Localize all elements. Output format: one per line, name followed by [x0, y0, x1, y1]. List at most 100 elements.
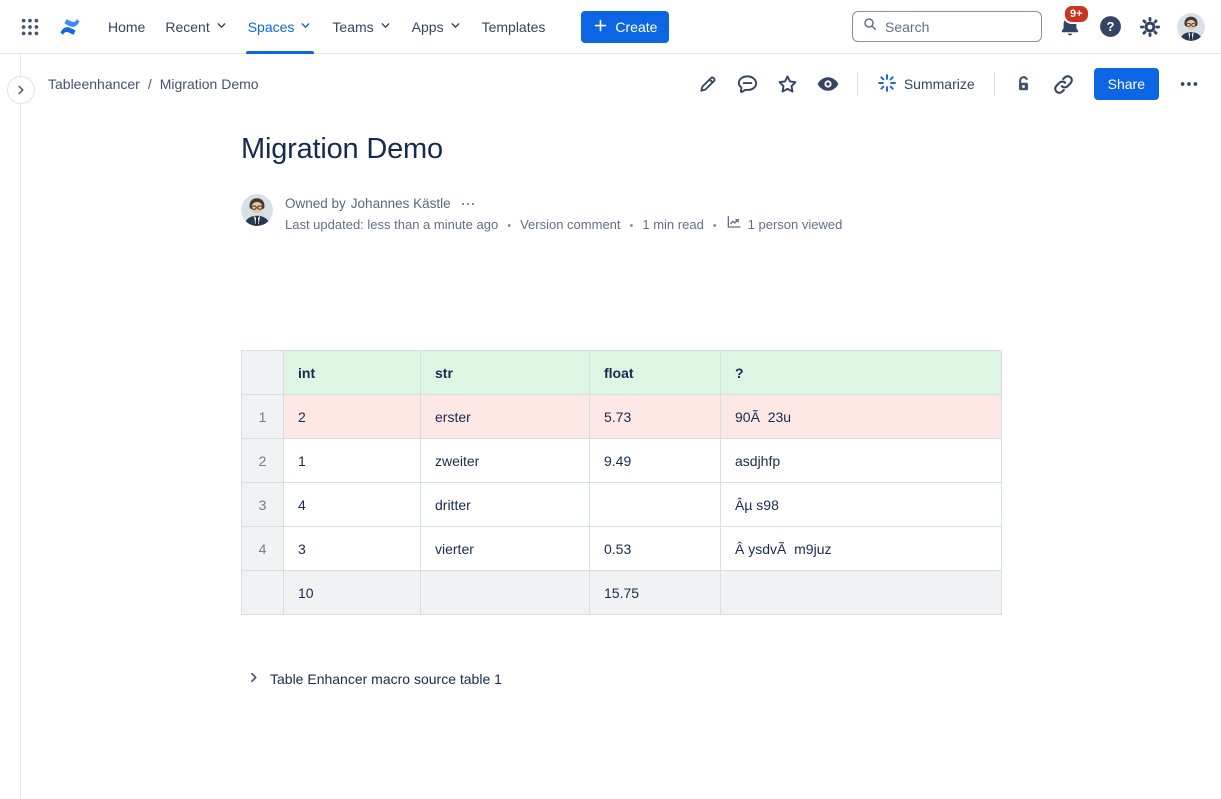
sidebar-rail	[20, 54, 21, 799]
plus-icon	[593, 18, 608, 36]
byline-more-icon[interactable]	[462, 197, 475, 211]
notifications-bell-icon[interactable]: 9+	[1057, 14, 1083, 40]
user-avatar[interactable]	[1177, 13, 1205, 41]
summarize-button[interactable]: Summarize	[871, 68, 981, 100]
table-cell: dritter	[421, 483, 590, 527]
column-header: str	[421, 351, 590, 395]
table-cell: 90Ã 23u	[721, 395, 1002, 439]
table-footer-cell: 10	[284, 571, 421, 615]
table-cell	[590, 483, 721, 527]
share-button[interactable]: Share	[1094, 68, 1159, 100]
table-footer-cell	[721, 571, 1002, 615]
breadcrumb-separator: /	[148, 76, 152, 92]
owner-name-link[interactable]: Johannes Kästle	[351, 194, 451, 214]
column-header: int	[284, 351, 421, 395]
table-cell: erster	[421, 395, 590, 439]
row-number: 3	[242, 483, 284, 527]
source-table-expander[interactable]: Table Enhancer macro source table 1	[241, 671, 502, 687]
watch-eye-icon[interactable]	[812, 68, 844, 100]
create-button[interactable]: Create	[581, 11, 669, 43]
app-switcher-icon[interactable]	[14, 11, 46, 43]
table-cell: asdjhfp	[721, 439, 1002, 483]
nav-item-spaces[interactable]: Spaces	[238, 0, 323, 54]
page-title: Migration Demo	[241, 131, 1001, 167]
table-cell: Â ysdvÃ m9juz	[721, 527, 1002, 571]
search-input[interactable]	[885, 19, 1032, 35]
nav-item-recent[interactable]: Recent	[155, 0, 237, 54]
table-row: 3 4 dritter Âµ s98	[242, 483, 1002, 527]
meta-separator	[507, 215, 511, 236]
byline: Owned by Johannes Kästle Last updated: l…	[241, 194, 1001, 236]
breadcrumb-space-link[interactable]: Tableenhancer	[48, 76, 140, 92]
page-actions: Summarize Share	[692, 68, 1205, 100]
table-cell: zweiter	[421, 439, 590, 483]
nav-item-apps[interactable]: Apps	[402, 0, 472, 54]
row-number: 1	[242, 395, 284, 439]
svg-text:?: ?	[1107, 19, 1115, 34]
owned-by-prefix: Owned by	[285, 194, 346, 214]
meta-separator	[713, 215, 717, 236]
top-navigation: Home Recent Spaces Teams Apps	[0, 0, 1221, 54]
migration-table: int str float ? 1 2 erster 5.73 90Ã 23u …	[241, 350, 1002, 615]
ai-sparkle-icon	[877, 73, 897, 96]
row-number: 2	[242, 439, 284, 483]
owned-by-line: Owned by Johannes Kästle	[285, 194, 842, 214]
search-icon	[862, 16, 878, 37]
edit-pencil-icon[interactable]	[692, 68, 724, 100]
nav-item-teams[interactable]: Teams	[322, 0, 401, 54]
page-toolbar: Tableenhancer / Migration Demo	[0, 54, 1221, 114]
top-nav-left: Home Recent Spaces Teams Apps	[14, 0, 852, 54]
table-footer-cell	[421, 571, 590, 615]
search-box[interactable]	[852, 11, 1042, 42]
star-icon[interactable]	[772, 68, 804, 100]
nav-item-templates[interactable]: Templates	[472, 0, 556, 54]
chevron-down-icon	[299, 19, 312, 35]
confluence-logo-icon[interactable]	[52, 11, 88, 43]
chevron-down-icon	[379, 19, 392, 35]
people-viewed[interactable]: 1 person viewed	[726, 214, 843, 236]
table-cell: 9.49	[590, 439, 721, 483]
page-meta-line: Last updated: less than a minute ago Ver…	[285, 214, 842, 236]
table-cell: 0.53	[590, 527, 721, 571]
help-icon[interactable]: ?	[1098, 14, 1123, 39]
top-nav-right: 9+ ?	[852, 11, 1205, 42]
breadcrumb: Tableenhancer / Migration Demo	[48, 76, 259, 92]
toolbar-divider	[994, 72, 995, 96]
column-header: float	[590, 351, 721, 395]
read-time-text: 1 min read	[642, 215, 703, 235]
comment-icon[interactable]	[732, 68, 764, 100]
table-cell: 4	[284, 483, 421, 527]
nav-item-home[interactable]: Home	[98, 0, 155, 54]
table-cell: vierter	[421, 527, 590, 571]
notification-count-badge: 9+	[1063, 4, 1090, 24]
owner-avatar[interactable]	[241, 194, 273, 226]
last-updated-text[interactable]: Last updated: less than a minute ago	[285, 215, 498, 235]
page-content: Migration Demo Owned by Johan	[241, 131, 1001, 687]
chevron-right-icon	[247, 671, 260, 687]
table-cell: 2	[284, 395, 421, 439]
table-cell: 3	[284, 527, 421, 571]
row-number	[242, 571, 284, 615]
table-row: 2 1 zweiter 9.49 asdjhfp	[242, 439, 1002, 483]
version-comment-text[interactable]: Version comment	[520, 215, 620, 235]
settings-gear-icon[interactable]	[1138, 15, 1162, 39]
table-footer-cell: 15.75	[590, 571, 721, 615]
analytics-graph-icon	[726, 214, 742, 236]
table-row: 4 3 vierter 0.53 Â ysdvÃ m9juz	[242, 527, 1002, 571]
table-cell: 5.73	[590, 395, 721, 439]
table-header-row: int str float ?	[242, 351, 1002, 395]
breadcrumb-page[interactable]: Migration Demo	[160, 76, 259, 92]
table-footer-row: 10 15.75	[242, 571, 1002, 615]
chevron-down-icon	[449, 19, 462, 35]
chevron-down-icon	[215, 19, 228, 35]
table-cell: 1	[284, 439, 421, 483]
row-number: 4	[242, 527, 284, 571]
table-cell: Âµ s98	[721, 483, 1002, 527]
sidebar-expand-button[interactable]	[7, 76, 35, 104]
meta-separator	[630, 215, 634, 236]
more-actions-icon[interactable]	[1173, 68, 1205, 100]
unlock-icon[interactable]	[1008, 68, 1040, 100]
toolbar-divider	[857, 72, 858, 96]
table-row: 1 2 erster 5.73 90Ã 23u	[242, 395, 1002, 439]
copy-link-icon[interactable]	[1048, 68, 1080, 100]
